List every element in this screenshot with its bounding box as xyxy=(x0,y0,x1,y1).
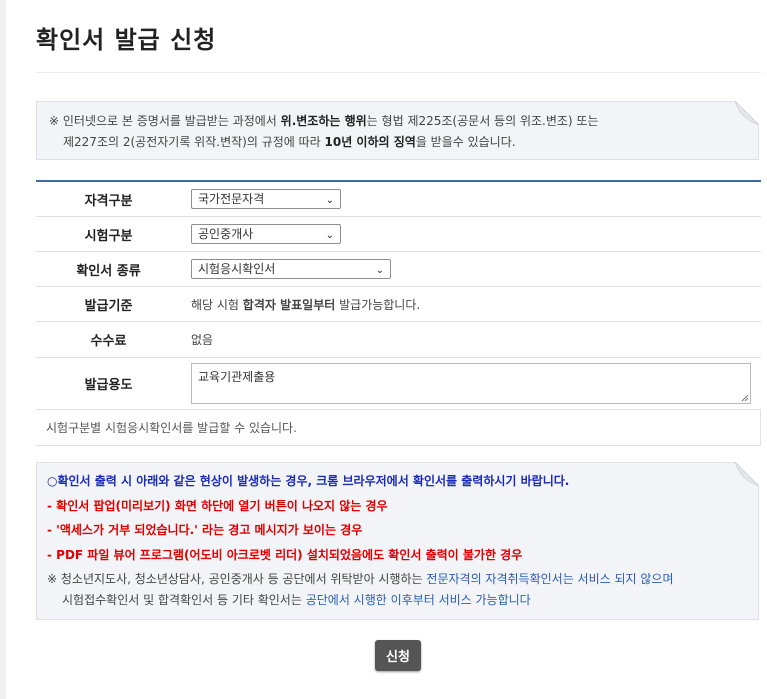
qual-type-select[interactable]: 국가전문자격 ⌄ xyxy=(191,189,341,209)
row-exam-type: 시험구분 공인중개사 ⌄ xyxy=(36,216,761,252)
notice-line-1: ※ 인터넷으로 본 증명서를 발급받는 과정에서 위.변조하는 행위는 형법 제… xyxy=(49,114,599,128)
purpose-label: 발급용도 xyxy=(36,357,181,410)
qual-type-label: 자격구분 xyxy=(36,181,181,217)
service-note-line-1: ※ 청소년지도사, 청소년상담사, 공인중개사 등 공단에서 위탁받아 시행하는… xyxy=(47,572,674,586)
notice-line-2: 제227조의 2(공전자기록 위작.변작)의 규정에 따라 10년 이하의 징역… xyxy=(63,135,516,149)
issue-item: - 확인서 팝업(미리보기) 화면 하단에 열기 버튼이 나오지 않는 경우 xyxy=(47,498,388,513)
criteria-text: 해당 시험 합격자 발표일부터 발급가능합니다. xyxy=(181,286,761,322)
row-criteria: 발급기준 해당 시험 합격자 발표일부터 발급가능합니다. xyxy=(36,286,761,322)
form-note: 시험구분별 시험응시확인서를 발급할 수 있습니다. xyxy=(36,409,761,446)
row-purpose: 발급용도 교육기관제출용 xyxy=(36,357,761,410)
title-divider xyxy=(36,72,761,73)
service-note-line-2: 시험접수확인서 및 합격확인서 등 기타 확인서는 공단에서 시행한 이후부터 … xyxy=(62,593,531,607)
criteria-label: 발급기준 xyxy=(36,286,181,322)
cert-type-select[interactable]: 시험응시확인서 ⌄ xyxy=(191,259,391,279)
chevron-down-icon: ⌄ xyxy=(375,265,384,276)
issue-item: - PDF 파일 뷰어 프로그램(어도비 아크로벳 리더) 설치되었음에도 확인… xyxy=(47,547,523,562)
print-guide-heading: ○확인서 출력 시 아래와 같은 현상이 발생하는 경우, 크롬 브라우저에서 … xyxy=(47,474,570,488)
purpose-textarea[interactable]: 교육기관제출용 xyxy=(191,363,751,404)
cert-type-label: 확인서 종류 xyxy=(36,251,181,287)
row-fee: 수수료 없음 xyxy=(36,321,761,358)
print-guide-notice: ○확인서 출력 시 아래와 같은 현상이 발생하는 경우, 크롬 브라우저에서 … xyxy=(36,462,759,620)
folded-corner-icon xyxy=(735,462,759,486)
row-note: 시험구분별 시험응시확인서를 발급할 수 있습니다. xyxy=(36,409,761,446)
issue-item: - '액세스가 거부 되었습니다.' 라는 경고 메시지가 보이는 경우 xyxy=(47,523,363,537)
resize-grip-icon[interactable] xyxy=(741,394,749,402)
left-gutter xyxy=(0,0,6,699)
row-cert-type: 확인서 종류 시험응시확인서 ⌄ xyxy=(36,251,761,287)
apply-button[interactable]: 신청 xyxy=(375,640,421,671)
forgery-warning-notice: ※ 인터넷으로 본 증명서를 발급받는 과정에서 위.변조하는 행위는 형법 제… xyxy=(36,101,759,160)
fee-value: 없음 xyxy=(181,321,761,358)
folded-corner-icon xyxy=(735,101,759,125)
row-qual-type: 자격구분 국가전문자격 ⌄ xyxy=(36,181,761,217)
application-form: 자격구분 국가전문자격 ⌄ 시험구분 공인중개사 ⌄ 확인서 종류 시험응시확인… xyxy=(36,180,761,446)
fee-label: 수수료 xyxy=(36,321,181,358)
page-title: 확인서 발급 신청 xyxy=(36,26,217,54)
exam-type-label: 시험구분 xyxy=(36,216,181,252)
chevron-down-icon: ⌄ xyxy=(325,230,334,241)
exam-type-select[interactable]: 공인중개사 ⌄ xyxy=(191,224,341,244)
chevron-down-icon: ⌄ xyxy=(325,195,334,206)
